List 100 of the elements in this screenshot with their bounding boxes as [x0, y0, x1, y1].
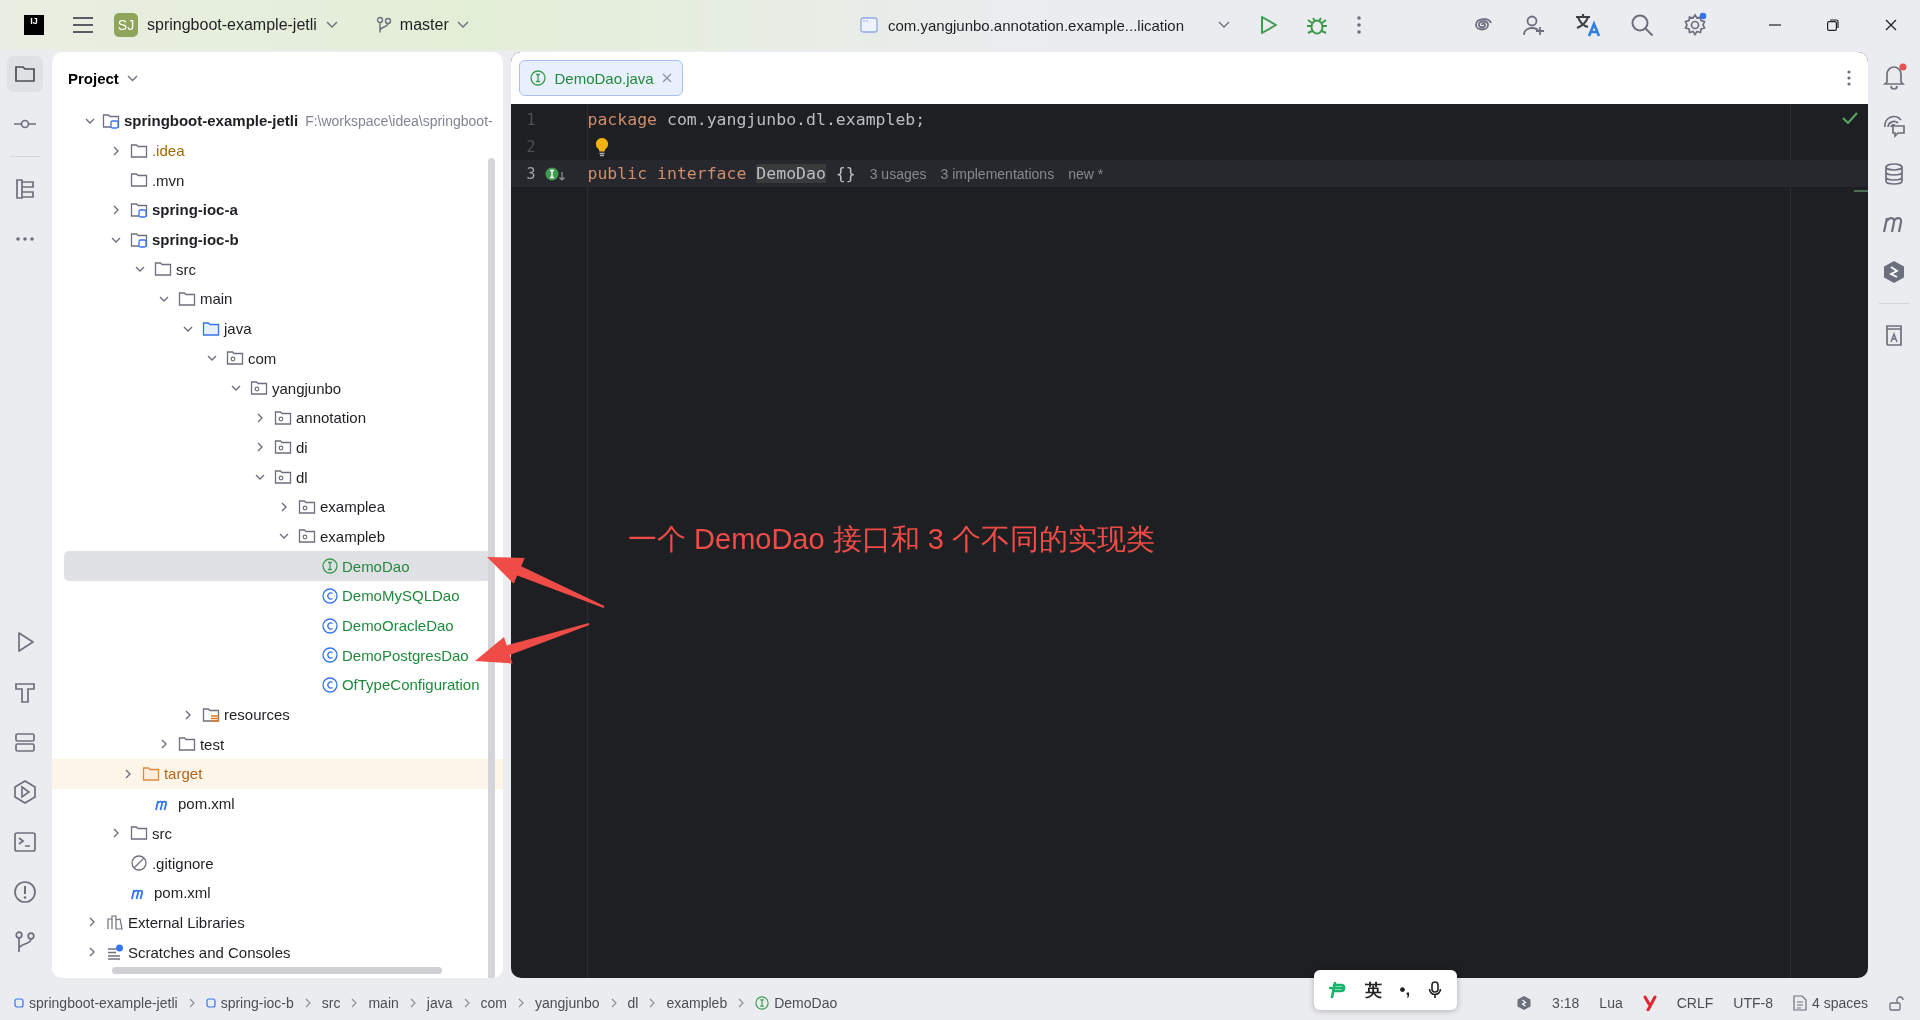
- class-icon: [321, 617, 338, 634]
- tree-item[interactable]: examplea: [63, 491, 492, 522]
- caret-icon: [325, 21, 338, 29]
- class-icon: [321, 647, 338, 664]
- breadcrumb[interactable]: DemoDao: [755, 994, 838, 1011]
- tree-item[interactable]: pom.xml: [63, 877, 492, 908]
- run-configuration[interactable]: com.yangjunbo.annotation.example...lication: [859, 16, 1230, 34]
- more-icon[interactable]: [1846, 69, 1853, 87]
- breadcrumb[interactable]: main: [368, 994, 399, 1011]
- breadcrumb[interactable]: spring-ioc-b: [205, 994, 294, 1011]
- ime-logo-icon[interactable]: [1328, 981, 1347, 999]
- tree-item[interactable]: target: [51, 759, 504, 789]
- tree-item[interactable]: main: [63, 284, 492, 314]
- inlay-hint[interactable]: 3 implementations: [940, 165, 1055, 182]
- module-icon: [205, 997, 216, 1008]
- panel-title[interactable]: Project: [67, 69, 119, 87]
- breadcrumb[interactable]: dl: [627, 994, 639, 1011]
- package-folder-icon: [249, 379, 268, 398]
- tree-item[interactable]: di: [63, 432, 492, 463]
- scratches-icon: [105, 943, 124, 962]
- file-encoding[interactable]: UTF-8: [1733, 994, 1773, 1011]
- menu-icon[interactable]: [72, 16, 94, 34]
- tree-item[interactable]: OfTypeConfiguration: [63, 670, 492, 700]
- tree-item[interactable]: yangjunbo: [63, 373, 492, 403]
- tree-item[interactable]: java: [63, 313, 492, 344]
- ime-punctuation[interactable]: •,: [1399, 980, 1411, 1000]
- lock-icon[interactable]: [1888, 994, 1904, 1011]
- file-language[interactable]: Lua: [1599, 994, 1623, 1011]
- branch-icon: [375, 16, 392, 34]
- tree-item[interactable]: Scratches and Consoles: [63, 937, 492, 967]
- run-icon[interactable]: [1260, 15, 1278, 35]
- tree-item[interactable]: pom.xml: [63, 788, 492, 819]
- tree-item[interactable]: .gitignore: [63, 848, 492, 878]
- app-logo[interactable]: IJ: [24, 15, 44, 35]
- tree-item[interactable]: src: [63, 254, 492, 285]
- implemented-icon[interactable]: [545, 165, 568, 182]
- search-icon[interactable]: [1630, 13, 1654, 37]
- caret-icon: [456, 21, 469, 29]
- ignore-file-icon: [129, 854, 148, 873]
- tree-item[interactable]: spring-ioc-b: [63, 224, 492, 255]
- y-logo-icon[interactable]: [1642, 994, 1657, 1011]
- package-folder-icon: [297, 497, 316, 516]
- tree-item[interactable]: DemoMySQLDao: [63, 581, 492, 611]
- restore-icon[interactable]: [1827, 19, 1839, 31]
- caret-icon[interactable]: [126, 74, 138, 82]
- tree-item[interactable]: .mvn: [63, 165, 492, 196]
- package-folder-icon: [273, 468, 292, 487]
- settings-icon[interactable]: [1682, 12, 1708, 38]
- microphone-icon[interactable]: [1428, 981, 1443, 999]
- tree-item[interactable]: springboot-example-jetli F:\workspace\idea\springboot-: [63, 106, 492, 136]
- package-folder-icon: [225, 349, 244, 368]
- scrollbar[interactable]: [488, 158, 496, 978]
- chevron-icon: [609, 997, 618, 1008]
- tree-item[interactable]: .idea: [63, 135, 492, 166]
- tree-item[interactable]: src: [63, 818, 492, 849]
- module-icon: [129, 230, 148, 249]
- tree-item[interactable]: test: [63, 729, 492, 760]
- tree-item[interactable]: External Libraries: [63, 907, 492, 938]
- breadcrumb[interactable]: springboot-example-jetli: [14, 994, 178, 1011]
- folder-icon: [201, 319, 220, 338]
- folder-icon: [177, 289, 196, 308]
- folder-icon: [141, 764, 160, 783]
- breadcrumb[interactable]: src: [321, 994, 341, 1011]
- translate-icon[interactable]: [1574, 12, 1602, 38]
- module-icon: [101, 111, 120, 130]
- add-user-icon[interactable]: [1522, 13, 1546, 37]
- tree-item[interactable]: resources: [63, 699, 492, 730]
- tree-item[interactable]: exampleb: [63, 521, 492, 552]
- more-icon[interactable]: [1356, 15, 1362, 35]
- indent-setting[interactable]: 4 spaces: [1792, 994, 1868, 1011]
- inlay-hint[interactable]: 3 usages: [869, 165, 927, 182]
- tree-item[interactable]: spring-ioc-a: [63, 195, 492, 225]
- tree-item[interactable]: annotation: [63, 402, 492, 433]
- folder-icon: [153, 260, 172, 279]
- tree-item[interactable]: dl: [63, 462, 492, 492]
- package-folder-icon: [273, 408, 292, 427]
- hexagon-icon[interactable]: [1516, 994, 1533, 1011]
- tree-item[interactable]: DemoPostgresDao: [63, 640, 492, 671]
- tree-item[interactable]: com: [63, 343, 492, 374]
- folder-icon: [129, 824, 148, 843]
- breadcrumb[interactable]: exampleb: [666, 994, 728, 1011]
- project-switcher[interactable]: SJ springboot-example-jetli: [114, 13, 338, 37]
- class-icon: [321, 587, 338, 604]
- breadcrumb[interactable]: java: [426, 994, 453, 1011]
- ime-language[interactable]: 英: [1364, 978, 1382, 1002]
- close-icon[interactable]: [1885, 19, 1897, 31]
- lightbulb-icon[interactable]: [595, 136, 610, 157]
- breadcrumb[interactable]: yangjunbo: [534, 994, 600, 1011]
- scrollbar[interactable]: [111, 967, 442, 974]
- branch-switcher[interactable]: master: [375, 16, 469, 34]
- editor-tab[interactable]: DemoDao.java: [519, 60, 683, 96]
- line-separator[interactable]: CRLF: [1676, 994, 1714, 1011]
- tree-item[interactable]: DemoOracleDao: [63, 610, 492, 641]
- caret-position[interactable]: 3:18: [1552, 994, 1580, 1011]
- folder-icon[interactable]: [6, 56, 43, 92]
- breadcrumb[interactable]: com: [480, 994, 507, 1011]
- chevron-icon: [516, 997, 525, 1008]
- caret-icon: [1218, 21, 1230, 29]
- inlay-hint[interactable]: new *: [1068, 165, 1104, 182]
- package-folder-icon: [273, 438, 292, 457]
